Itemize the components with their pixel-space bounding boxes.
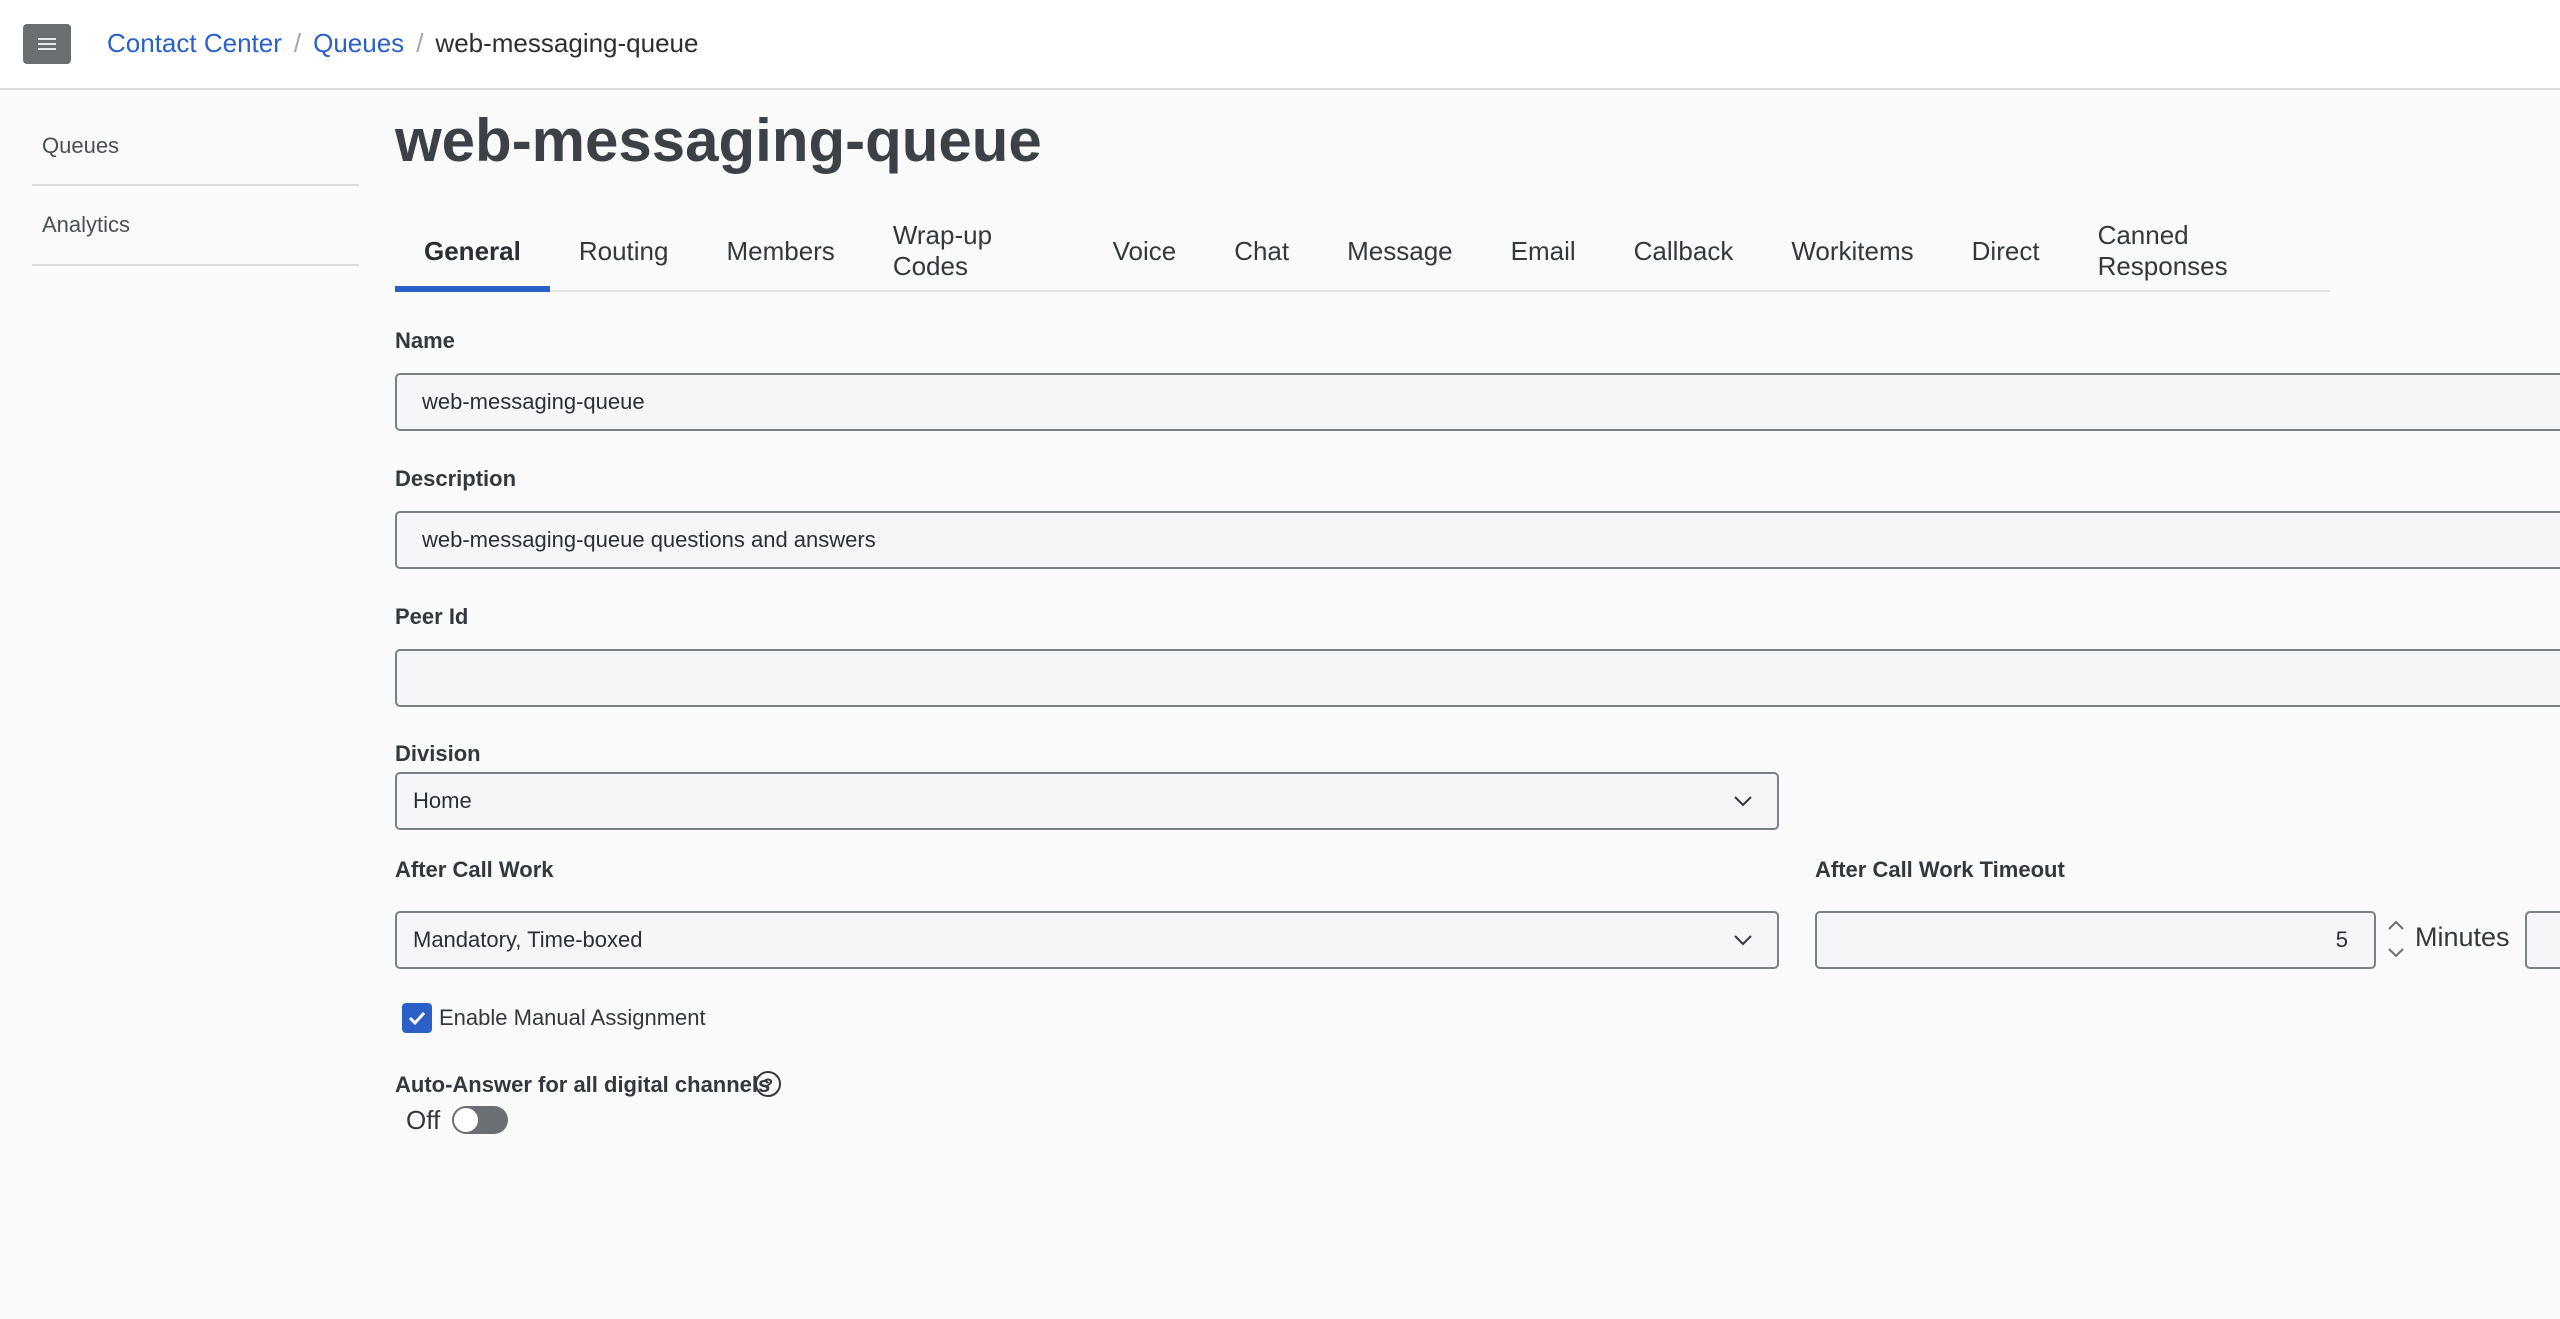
after-call-work-select[interactable]: Mandatory, Time-boxed — [395, 911, 1779, 969]
description-field[interactable]: web-messaging-queue questions and answer… — [395, 511, 2560, 569]
sidebar: Queues Analytics — [32, 108, 359, 266]
manual-assignment-checkbox[interactable] — [402, 1003, 432, 1033]
division-label: Division — [395, 741, 481, 766]
chevron-down-icon — [1734, 796, 1752, 807]
sidebar-item-analytics[interactable]: Analytics — [32, 186, 359, 266]
breadcrumb-separator: / — [416, 28, 424, 58]
tab-bar: General Routing Members Wrap-up Codes Vo… — [395, 218, 2330, 292]
after-call-work-timeout-label: After Call Work Timeout — [1815, 857, 2065, 882]
tab-voice[interactable]: Voice — [1084, 214, 1206, 288]
division-select-value: Home — [413, 788, 472, 813]
tab-general[interactable]: General — [395, 214, 550, 292]
breadcrumb-link-contact-center[interactable]: Contact Center — [107, 28, 282, 59]
breadcrumb-separator: / — [293, 28, 302, 58]
peer-id-label: Peer Id — [395, 604, 469, 629]
page-title: web-messaging-queue — [395, 107, 1042, 174]
tab-email[interactable]: Email — [1482, 214, 1605, 288]
breadcrumb: Contact Center / Queues / web-messaging-… — [107, 28, 698, 59]
timeout-unit-label: Minutes — [2415, 922, 2510, 952]
name-field-value: web-messaging-queue — [422, 389, 645, 414]
breadcrumb-link-queues[interactable]: Queues — [313, 28, 404, 59]
tab-members[interactable]: Members — [697, 214, 863, 288]
auto-answer-state-label: Off — [406, 1105, 441, 1135]
number-spinner-icon[interactable] — [2384, 916, 2408, 962]
toggle-knob — [454, 1108, 478, 1132]
sidebar-item-queues[interactable]: Queues — [32, 108, 359, 186]
manual-assignment-label: Enable Manual Assignment — [439, 1005, 706, 1030]
hamburger-icon — [38, 38, 56, 50]
help-circle-icon[interactable]: ? — [754, 1070, 782, 1098]
tab-direct[interactable]: Direct — [1943, 214, 2069, 288]
chevron-down-icon — [1734, 935, 1752, 946]
top-bar: Contact Center / Queues / web-messaging-… — [0, 0, 2560, 90]
auto-answer-label: Auto-Answer for all digital channels — [395, 1072, 771, 1097]
svg-text:?: ? — [763, 1075, 773, 1094]
tab-callback[interactable]: Callback — [1605, 214, 1763, 288]
after-call-work-timeout-input[interactable]: 5 — [1815, 911, 2376, 969]
name-label: Name — [395, 328, 455, 353]
after-call-work-label: After Call Work — [395, 857, 554, 882]
breadcrumb-current: web-messaging-queue — [435, 28, 699, 58]
after-call-work-timeout-value: 5 — [2335, 927, 2348, 952]
partial-field[interactable] — [2525, 911, 2560, 969]
auto-answer-toggle[interactable] — [452, 1106, 508, 1134]
name-field[interactable]: web-messaging-queue — [395, 373, 2560, 431]
tab-canned-responses[interactable]: Canned Responses — [2069, 214, 2330, 288]
tab-workitems[interactable]: Workitems — [1762, 214, 1942, 288]
tab-wrap-up-codes[interactable]: Wrap-up Codes — [864, 214, 1084, 288]
tab-message[interactable]: Message — [1318, 214, 1482, 288]
tab-routing[interactable]: Routing — [550, 214, 698, 288]
peer-id-field[interactable] — [395, 649, 2560, 707]
description-field-value: web-messaging-queue questions and answer… — [422, 527, 876, 552]
division-select[interactable]: Home — [395, 772, 1779, 830]
menu-toggle-button[interactable] — [23, 24, 71, 64]
tab-chat[interactable]: Chat — [1205, 214, 1318, 288]
description-label: Description — [395, 466, 517, 491]
after-call-work-select-value: Mandatory, Time-boxed — [413, 927, 643, 952]
checkmark-icon — [408, 1011, 426, 1026]
